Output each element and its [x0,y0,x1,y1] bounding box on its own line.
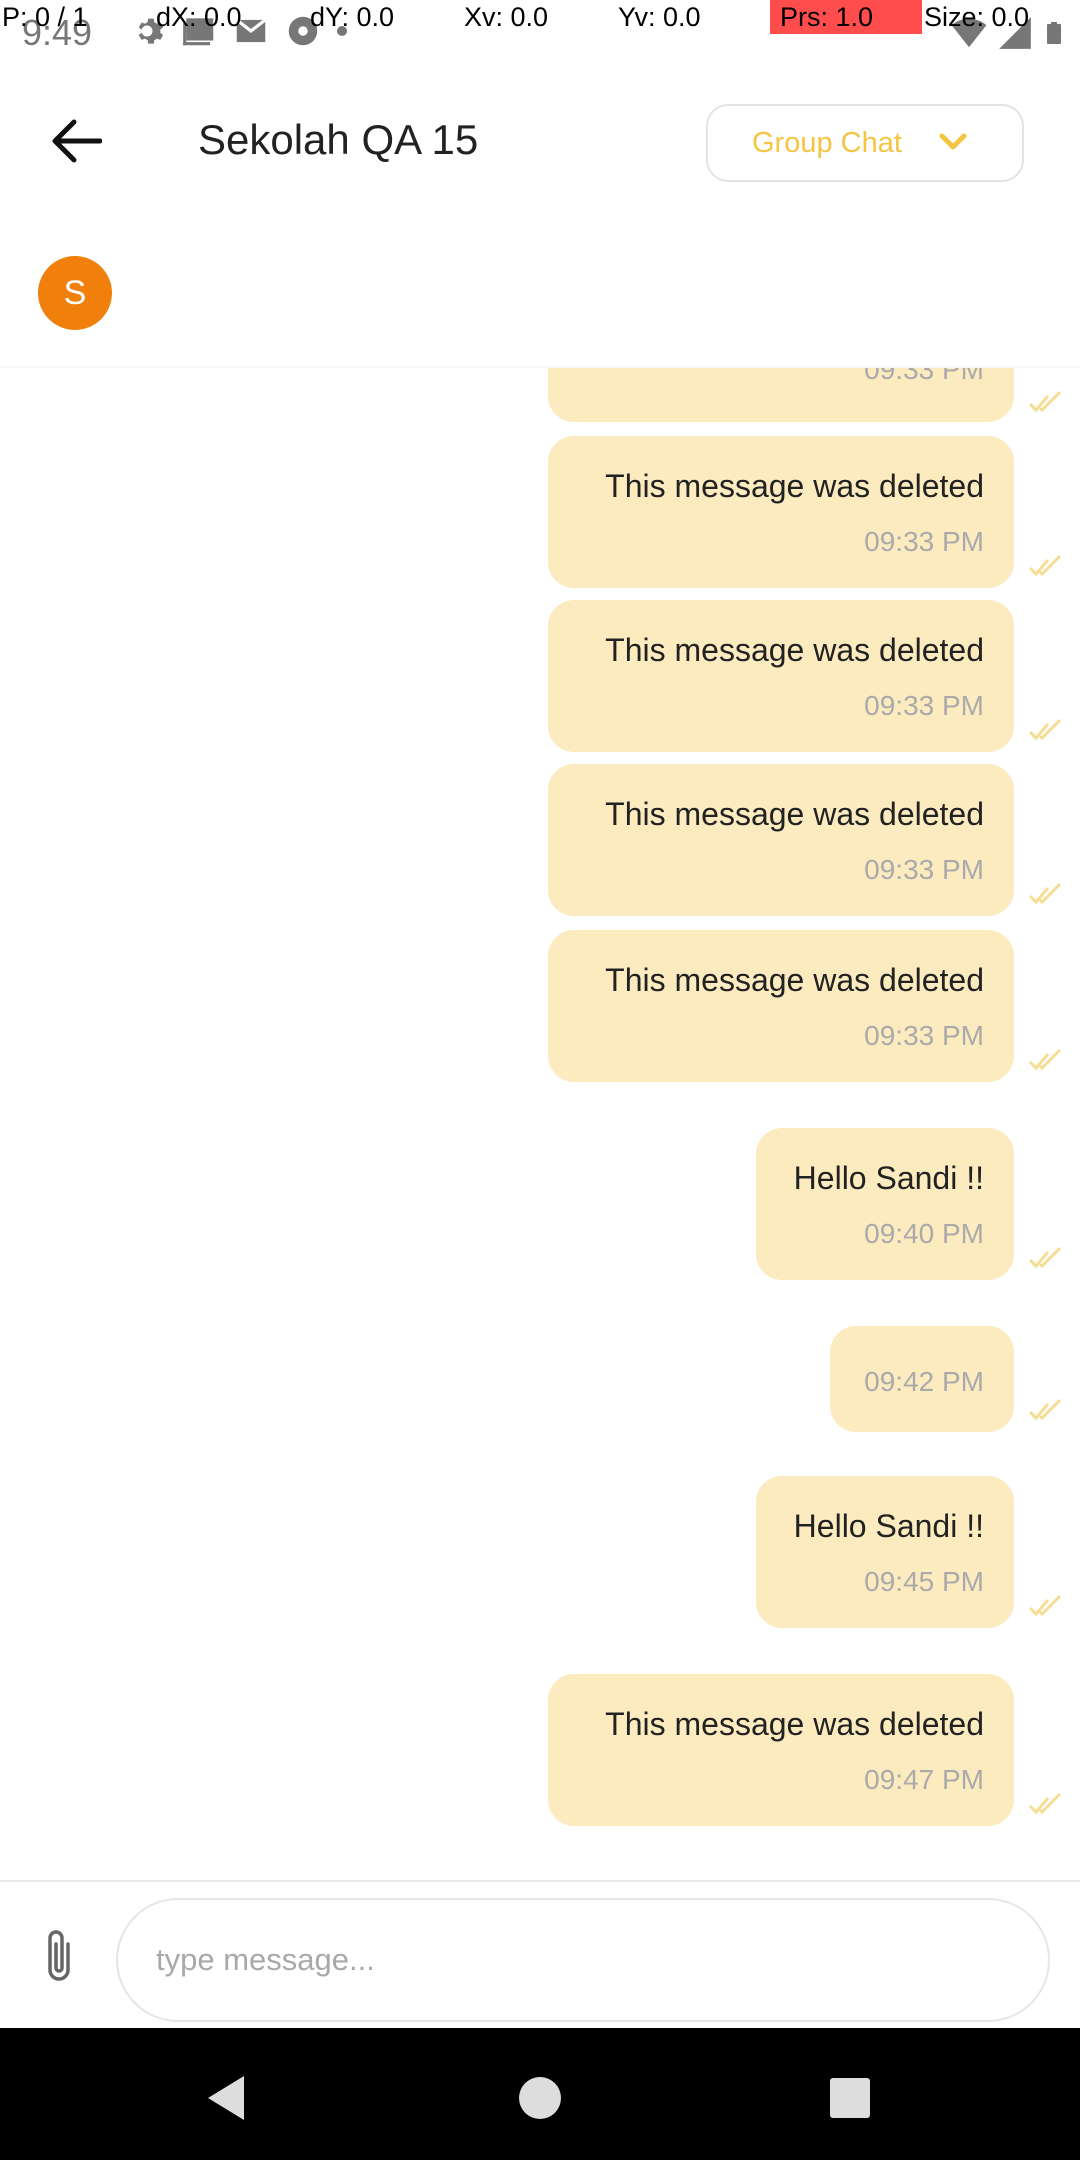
read-tick-icon [1028,1246,1062,1269]
participants-bar: S [0,222,1080,366]
message-bubble[interactable]: Hello Sandi !! 09:40 PM [756,1128,1014,1280]
avatar-initial: S [63,273,87,312]
pointer-count: P: 0 / 1 [2,2,88,32]
read-tick-icon [1028,1048,1062,1071]
pointer-size: Size: 0.0 [924,2,1030,32]
app-header: Sekolah QA 15 Group Chat [0,62,1080,222]
message-time: 09:33 PM [864,854,984,885]
read-tick-icon [1028,1792,1062,1815]
message-bubble[interactable]: This message was deleted 09:33 PM [548,764,1014,916]
message-bubble[interactable]: This message was deleted 09:47 PM [548,1674,1014,1826]
pointer-xv: Xv: 0.0 [464,2,549,32]
read-tick-icon [1028,390,1062,413]
back-button[interactable] [40,110,112,172]
message-time: 09:33 PM [864,526,984,557]
read-tick-icon [1028,1594,1062,1617]
pointer-dx: dX: 0.0 [156,2,242,32]
message-bubble[interactable]: This message was deleted 09:33 PM [548,436,1014,588]
arrow-left-icon [52,119,102,163]
message-time: 09:42 PM [864,1366,984,1397]
message-bubble[interactable]: This message was deleted 09:33 PM [548,930,1014,1082]
pointer-pressure: Prs: 1.0 [770,0,922,34]
read-tick-icon [1028,882,1062,905]
home-circle-icon[interactable] [510,2068,570,2128]
message-bubble[interactable]: 09:33 PM [548,368,1014,422]
paperclip-icon[interactable] [38,1926,80,1986]
message-text: This message was deleted [605,1706,984,1742]
message-text: This message was deleted [605,962,984,998]
message-input[interactable] [116,1898,1050,2022]
pointer-yv: Yv: 0.0 [618,2,701,32]
message-time: 09:45 PM [864,1566,984,1597]
message-list[interactable]: 09:33 PM This message was deleted 09:33 … [0,368,1080,1880]
message-time: 09:40 PM [864,1218,984,1249]
chevron-down-icon [939,133,967,150]
message-bubble[interactable]: This message was deleted 09:33 PM [548,600,1014,752]
message-time: 09:33 PM [864,368,984,385]
message-bubble[interactable]: Hello Sandi !! 09:45 PM [756,1476,1014,1628]
message-text: This message was deleted [605,468,984,504]
message-text: This message was deleted [605,796,984,832]
pointer-dy: dY: 0.0 [310,2,395,32]
avatar[interactable]: S [38,256,112,330]
recents-square-icon[interactable] [820,2068,880,2128]
screen: 9:49 P: 0 / 1 dX: 0.0 dY: 0.0 Xv: 0.0 Yv… [0,0,1080,2160]
chat-type-label: Group Chat [752,126,902,159]
read-tick-icon [1028,718,1062,741]
page-title: Sekolah QA 15 [198,116,479,163]
system-nav-bar [0,2028,1080,2160]
pointer-location-overlay: P: 0 / 1 dX: 0.0 dY: 0.0 Xv: 0.0 Yv: 0.0… [0,0,1080,36]
message-composer [0,1880,1080,2028]
read-tick-icon [1028,554,1062,577]
message-bubble[interactable]: 09:42 PM [830,1326,1014,1432]
chat-type-dropdown[interactable]: Group Chat [706,104,1024,182]
message-text: Hello Sandi !! [793,1508,984,1544]
back-triangle-icon[interactable] [196,2068,256,2128]
message-text: This message was deleted [605,632,984,668]
message-time: 09:33 PM [864,1020,984,1051]
message-text: Hello Sandi !! [793,1160,984,1196]
message-time: 09:47 PM [864,1764,984,1795]
read-tick-icon [1028,1398,1062,1421]
message-time: 09:33 PM [864,690,984,721]
